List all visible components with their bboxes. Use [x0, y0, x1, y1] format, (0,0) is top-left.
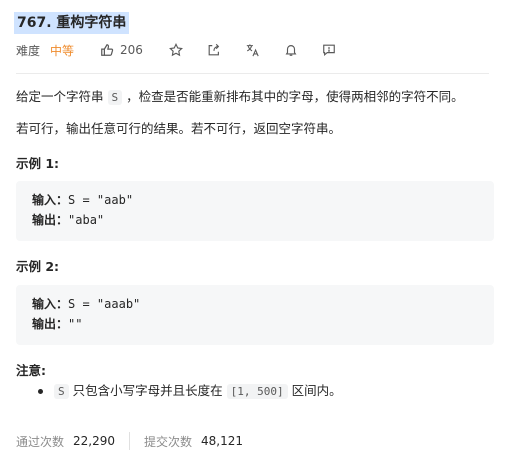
description-text: ，检查是否能重新排布其中的字母，使得两相邻的字符不同。 [126, 89, 464, 104]
like-button[interactable]: 206 [100, 43, 143, 57]
thumbs-up-icon [101, 44, 114, 56]
list-bullet [38, 389, 43, 394]
submission-stats: 通过次数 22,290 提交次数 48,121 [16, 432, 243, 450]
submissions-count: 48,121 [201, 434, 244, 448]
description-paragraph-1: 给定一个字符串 S ，检查是否能重新排布其中的字母，使得两相邻的字符不同。 [16, 88, 464, 107]
inline-code: S [107, 90, 123, 105]
description-text: 给定一个字符串 [16, 89, 104, 104]
comment-icon [323, 44, 335, 57]
translate-icon [246, 44, 259, 57]
star-icon [169, 43, 183, 57]
share-icon [208, 43, 220, 56]
example-2-block: 输入：S = "aaab" 输出："" [16, 285, 494, 345]
output-value: "aba" [68, 213, 105, 227]
example-1-block: 输入：S = "aab" 输出："aba" [16, 181, 494, 241]
example-output-line: 输出："aba" [32, 210, 478, 230]
accepted-label: 通过次数 [16, 434, 65, 449]
note-item: S 只包含小写字母并且长度在 [1, 500] 区间内。 [54, 382, 342, 401]
translate-button[interactable] [245, 43, 260, 57]
inline-code: [1, 500] [226, 384, 288, 399]
bell-icon [285, 45, 297, 56]
note-heading: 注意: [16, 363, 46, 378]
note-text: 区间内。 [291, 383, 342, 398]
output-value: "" [68, 317, 83, 331]
input-value: S = "aaab" [68, 297, 141, 311]
like-count: 206 [120, 43, 143, 57]
example-1-heading: 示例 1: [16, 156, 60, 171]
problem-meta-bar: 难度 中等 206 [16, 39, 336, 61]
input-value: S = "aab" [68, 193, 134, 207]
input-label: 输入： [32, 193, 69, 207]
note-text: 只包含小写字母并且长度在 [72, 383, 223, 398]
output-label: 输出： [32, 213, 69, 227]
problem-title: 767. 重构字符串 [14, 12, 130, 34]
example-2-heading: 示例 2: [16, 259, 60, 274]
favorite-button[interactable] [169, 43, 183, 57]
accepted-count: 22,290 [73, 434, 116, 448]
feedback-button[interactable] [322, 43, 336, 57]
divider [16, 73, 489, 74]
difficulty-badge: 中等 [50, 43, 75, 58]
description-paragraph-2: 若可行，输出任意可行的结果。若不可行，返回空字符串。 [16, 121, 342, 136]
share-button[interactable] [207, 43, 221, 57]
inline-code: S [54, 384, 69, 399]
example-input-line: 输入：S = "aab" [32, 190, 478, 210]
stats-separator [129, 432, 131, 450]
difficulty-label: 难度 [16, 43, 41, 58]
input-label: 输入： [32, 297, 69, 311]
example-output-line: 输出："" [32, 314, 478, 334]
example-input-line: 输入：S = "aaab" [32, 294, 478, 314]
output-label: 输出： [32, 317, 69, 331]
submissions-label: 提交次数 [144, 434, 193, 449]
subscribe-button[interactable] [284, 43, 298, 57]
